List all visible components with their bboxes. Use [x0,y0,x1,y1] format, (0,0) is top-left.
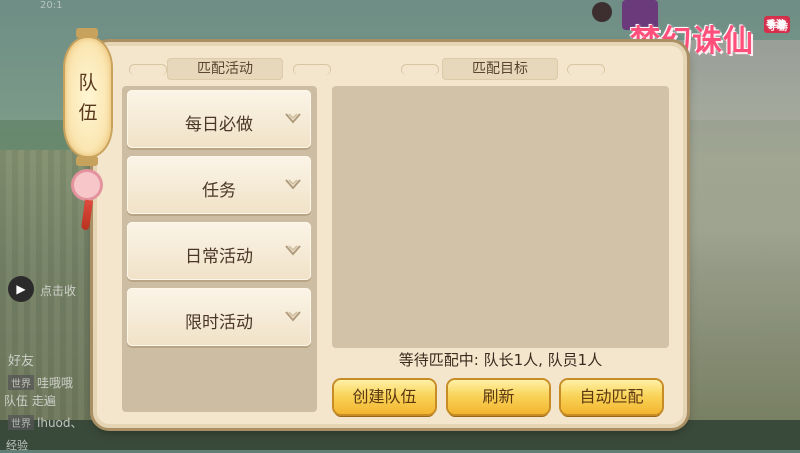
create-team-button[interactable]: 创建队伍 [334,380,435,414]
lantern-body [65,38,111,156]
match-status-text: 等待匹配中: 队长1人, 队员1人 [398,351,603,369]
lantern-cap [76,28,98,38]
match-target-panel [332,86,669,348]
chevron-down-icon [285,311,301,322]
chevron-down-icon [285,113,301,124]
tassel-icon [80,199,94,231]
chevron-down-icon [285,179,301,190]
activity-daily-must[interactable]: 每日必做 [127,90,311,148]
activity-label: 任务 [202,181,236,201]
match-activity-title: 匹配活动 [167,58,283,80]
team-tab-char-1: 队 [78,72,98,94]
chevron-down-icon [285,245,301,256]
avatar-icon [592,2,612,22]
experience-label: 经验 [6,439,28,452]
friends-label[interactable]: 好友 [8,350,34,369]
quick-chat-label[interactable]: 点击收 [40,282,76,299]
activity-label: 限时活动 [185,313,253,333]
activity-daily-events[interactable]: 日常活动 [127,222,311,280]
cloud-ornament [567,64,605,75]
cloud-ornament [293,64,331,75]
team-match-dialog: 匹配活动 匹配目标 每日必做 任务 日常活动 限时活动 等待匹配中: 队长1人,… [93,42,687,428]
activity-quests[interactable]: 任务 [127,156,311,214]
chat-line-3: 世界 lhuod、 [8,414,83,431]
activity-list-panel: 每日必做 任务 日常活动 限时活动 [122,86,317,412]
chat-line-2: 队伍 走遍 [4,394,56,408]
chat-line-1: 世界 哇哦哦 [8,374,73,391]
logo-seal: 手游 [763,16,790,33]
lantern-cap [76,156,98,166]
voice-play-icon[interactable]: ▶ [8,276,34,302]
activity-limited-time[interactable]: 限时活动 [127,288,311,346]
refresh-button[interactable]: 刷新 [448,380,549,414]
knot-ornament-icon [74,172,100,198]
cloud-ornament [401,64,439,75]
match-target-title: 匹配目标 [442,58,558,80]
team-tab-char-2: 伍 [78,102,98,124]
activity-label: 每日必做 [185,115,253,135]
activity-label: 日常活动 [185,247,253,267]
cloud-ornament [129,64,167,75]
team-tab-lantern[interactable]: 队 伍 [58,22,118,242]
auto-match-button[interactable]: 自动匹配 [561,380,662,414]
top-time-readout: 20:1 [40,0,63,11]
